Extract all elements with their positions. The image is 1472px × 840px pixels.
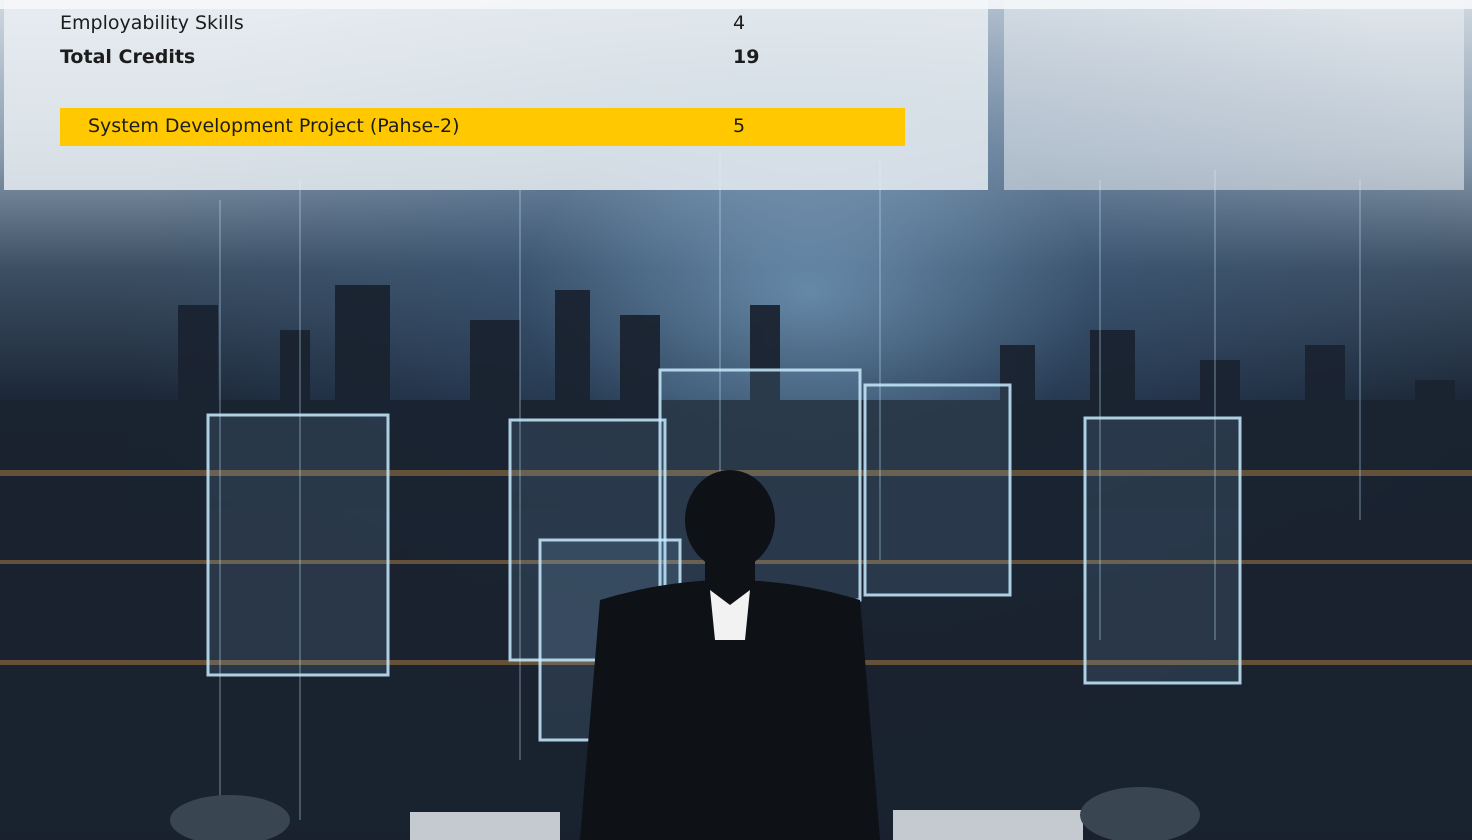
course-credits: 5	[733, 115, 746, 137]
course-credits: 4	[733, 12, 746, 34]
table-row: Employability Skills 4	[60, 8, 905, 38]
highlighted-course-row: System Development Project (Pahse-2) 5	[60, 108, 905, 146]
total-credits-value: 19	[733, 46, 760, 68]
course-name: System Development Project (Pahse-2)	[88, 115, 460, 137]
page: Employability Skills 4 Total Credits 19 …	[0, 0, 1472, 840]
side-panel	[1004, 0, 1464, 190]
course-name: Employability Skills	[60, 12, 244, 34]
total-credits-row: Total Credits 19	[60, 42, 905, 72]
total-credits-label: Total Credits	[60, 46, 196, 68]
